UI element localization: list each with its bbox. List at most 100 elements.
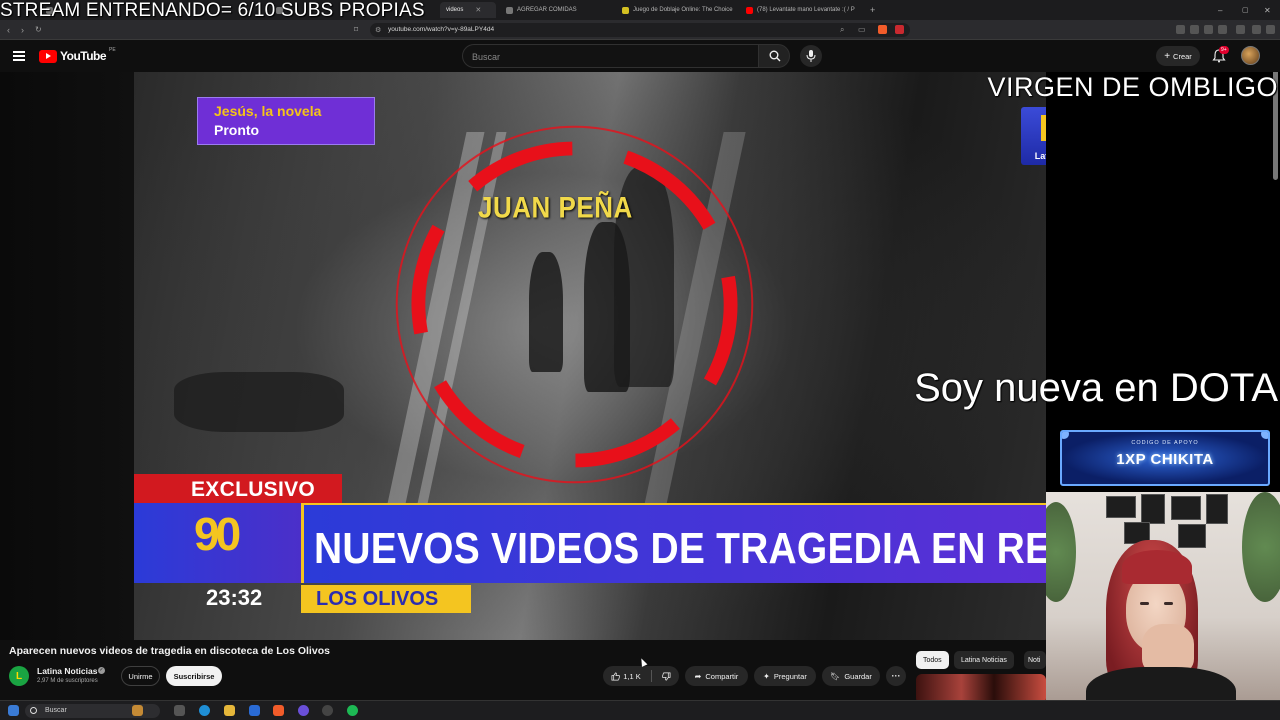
channel-name[interactable]: Latina Noticias	[37, 666, 97, 676]
notification-count-badge: 9+	[1219, 46, 1229, 54]
player-letterbox	[0, 72, 134, 640]
like-button[interactable]: 1,1 K	[605, 666, 647, 686]
thumbs-down-icon	[661, 672, 671, 680]
webcam-poster	[1178, 524, 1206, 548]
webcam-plant	[1242, 492, 1280, 602]
browser-tab[interactable]: Juego de Doblaje Online: The Choice	[616, 2, 740, 18]
subscribe-button[interactable]: Suscribirse	[166, 666, 222, 686]
like-dislike-group: 1,1 K	[603, 666, 679, 686]
program-logo-number: 90	[194, 508, 241, 560]
create-button[interactable]: + Crear	[1156, 46, 1200, 66]
join-button[interactable]: Unirme	[121, 666, 160, 686]
divider	[650, 670, 652, 682]
sparkle-icon: ✦	[763, 671, 770, 681]
brave-shield-icon[interactable]	[878, 25, 887, 34]
webcam-plant	[1046, 502, 1076, 602]
location-banner: LOS OLIVOS	[301, 585, 471, 613]
voice-search-button[interactable]	[800, 45, 822, 67]
reload-icon[interactable]: ↻	[35, 24, 42, 36]
new-tab-button[interactable]: +	[864, 2, 878, 18]
youtube-logo[interactable]: YouTube PE	[39, 47, 116, 63]
extension-icon[interactable]	[1218, 25, 1227, 34]
stream-overlay-caption: VIRGEN DE OMBLIGO	[987, 72, 1278, 102]
hamburger-menu-icon[interactable]	[13, 51, 25, 61]
video-title: Aparecen nuevos videos de tragedia en di…	[9, 645, 330, 657]
stream-overlay-caption: Soy nueva en DOTA	[914, 366, 1278, 410]
rewards-icon[interactable]	[895, 25, 904, 34]
microphone-icon	[806, 50, 816, 62]
bookmark-save-icon: 🔖︎	[830, 671, 841, 681]
broadcast-clock: 23:32	[206, 585, 263, 610]
filter-chip-channel[interactable]: Latina Noticias	[954, 651, 1014, 669]
wallet-icon[interactable]	[1236, 25, 1245, 34]
zoom-icon[interactable]: ⌕	[840, 24, 844, 36]
sidebar-icon[interactable]	[1204, 25, 1213, 34]
dislike-button[interactable]	[656, 666, 677, 686]
highlight-ring-graphic	[395, 125, 754, 484]
tab-favicon-icon	[506, 6, 513, 14]
plus-icon: +	[1164, 50, 1171, 62]
latina-logo-icon	[1041, 115, 1046, 141]
person-name-tag: JUAN PEÑA	[478, 189, 633, 225]
save-button[interactable]: 🔖︎ Guardar	[822, 666, 880, 686]
thumbs-up-icon	[611, 672, 621, 680]
exclusive-banner: EXCLUSIVO	[134, 474, 342, 503]
extension-icon[interactable]	[1176, 25, 1185, 34]
windows-taskbar: Buscar	[0, 700, 1280, 720]
back-icon[interactable]: ‹	[7, 24, 10, 36]
more-actions-button[interactable]: ···	[886, 666, 906, 686]
ask-button[interactable]: ✦ Preguntar	[754, 666, 816, 686]
discord-icon[interactable]	[298, 705, 309, 716]
video-frame[interactable]: Jesús, la novela Pronto JUAN PEÑA Latina…	[134, 72, 1046, 640]
filter-chip-all[interactable]: Todos	[916, 651, 949, 669]
webcam-person-bangs	[1122, 550, 1192, 584]
promo-ornament-icon	[1261, 432, 1268, 439]
minimize-icon[interactable]: –	[1212, 2, 1226, 18]
file-explorer-icon[interactable]	[224, 705, 235, 716]
browser-tab[interactable]: AGREGAR COMIDAS	[500, 2, 610, 18]
url-field[interactable]: youtube.com/watch?v=y-89aLPY4d4	[370, 23, 910, 37]
start-menu-icon[interactable]	[8, 705, 19, 716]
edge-icon[interactable]	[199, 705, 210, 716]
vpn-icon[interactable]	[1252, 25, 1261, 34]
tab-close-icon[interactable]: ✕	[475, 6, 481, 14]
youtube-play-icon	[39, 49, 57, 63]
user-avatar[interactable]	[1241, 46, 1260, 65]
obs-icon[interactable]	[322, 705, 333, 716]
cast-icon[interactable]: ▭	[858, 24, 866, 36]
maximize-icon[interactable]: ▢	[1236, 2, 1250, 18]
search-icon	[30, 707, 37, 714]
verified-badge-icon: ✓	[98, 667, 105, 674]
brave-browser-icon[interactable]	[273, 705, 284, 716]
task-view-icon[interactable]	[174, 705, 185, 716]
subscriber-count: 2,97 M de suscriptores	[37, 678, 98, 684]
window-close-icon[interactable]: ✕	[1258, 2, 1274, 18]
promo-ornament-icon	[1062, 432, 1069, 439]
browser-address-bar: ‹ › ↻ ⌑ youtube.com/watch?v=y-89aLPY4d4 …	[0, 20, 1280, 40]
bookmark-icon[interactable]: ⌑	[354, 24, 358, 36]
search-input[interactable]: Buscar	[462, 44, 758, 68]
search-button[interactable]	[758, 44, 790, 68]
webcam-person-eye	[1164, 602, 1173, 605]
filter-chip-news[interactable]: Noti	[1024, 651, 1046, 669]
browser-tab-active[interactable]: videos ✕	[440, 2, 496, 18]
extension-icon[interactable]	[1190, 25, 1199, 34]
store-icon[interactable]	[249, 705, 260, 716]
program-promo-label: Jesús, la novela Pronto	[197, 97, 375, 145]
browser-tab[interactable]: (78) Levantate mano Levantate :( / P	[740, 2, 862, 18]
menu-icon[interactable]	[1266, 25, 1275, 34]
scene-debris	[174, 372, 344, 432]
more-horizontal-icon: ···	[891, 671, 901, 681]
forward-icon[interactable]: ›	[21, 24, 24, 36]
webcam-poster	[1141, 494, 1165, 524]
spotify-icon[interactable]	[347, 705, 358, 716]
webcam-person-eye	[1140, 602, 1149, 605]
stream-promo-code-badge: CODIGO DE APOYO 1XP CHIKITA	[1060, 430, 1270, 486]
channel-avatar[interactable]: L	[9, 666, 29, 686]
site-info-icon[interactable]: ⚙	[375, 25, 381, 37]
streamer-webcam	[1046, 492, 1280, 720]
search-icon	[769, 50, 781, 62]
share-button[interactable]: ➦ Compartir	[685, 666, 748, 686]
taskbar-widget-icon[interactable]	[132, 705, 143, 716]
webcam-poster	[1106, 496, 1136, 518]
